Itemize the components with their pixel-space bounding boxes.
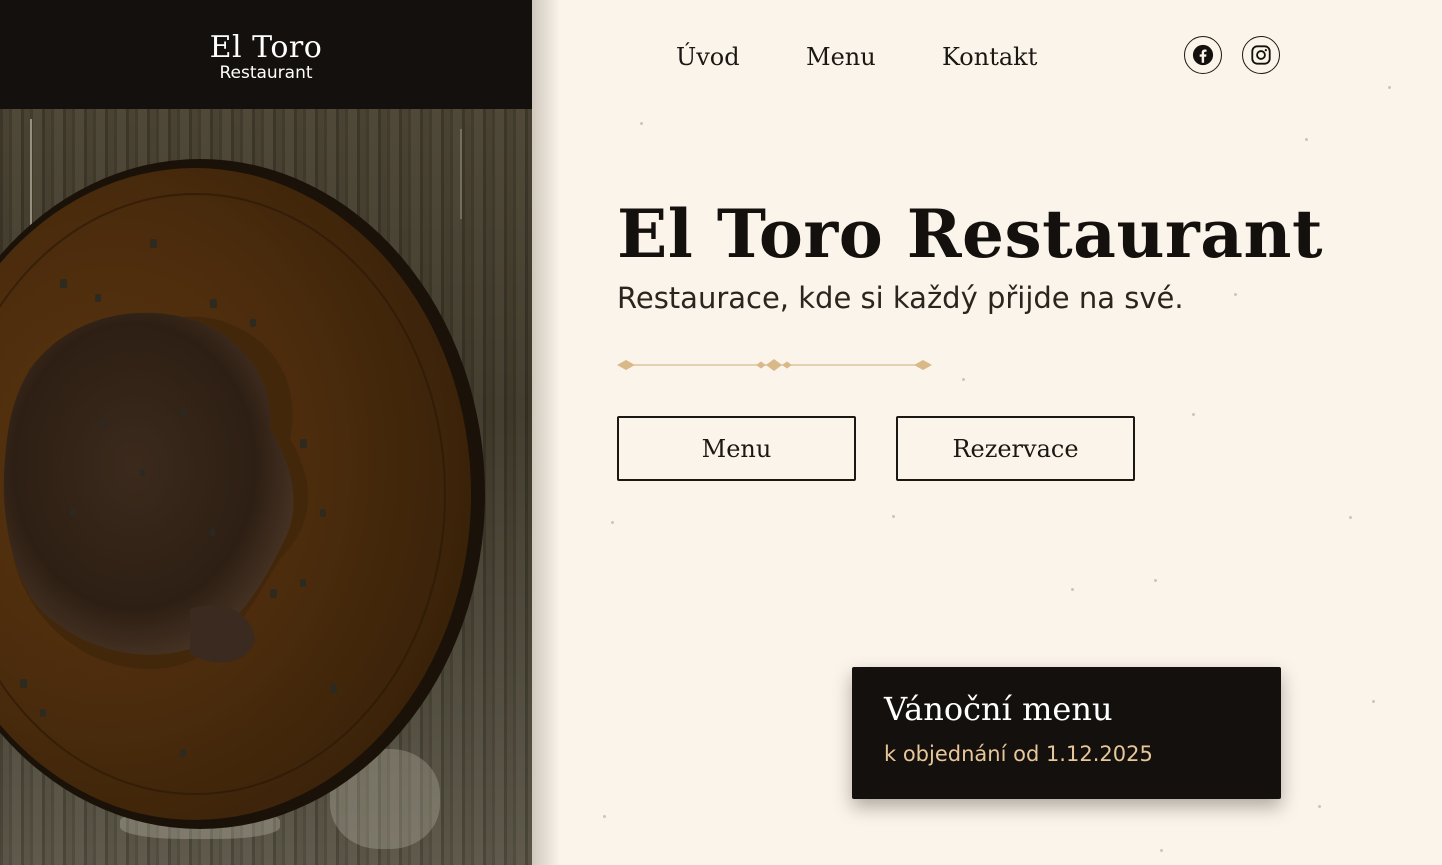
steak-photo: [0, 109, 532, 865]
nav-item-kontakt[interactable]: Kontakt: [942, 40, 1037, 74]
promo-title: Vánoční menu: [884, 690, 1113, 728]
panel-shadow: [532, 0, 560, 865]
facebook-button[interactable]: [1184, 36, 1222, 74]
hero-title: El Toro Restaurant: [617, 195, 1323, 273]
hero-subtitle: Restaurace, kde si každý přijde na své.: [617, 281, 1184, 315]
reservation-button[interactable]: Rezervace: [896, 416, 1135, 481]
christmas-menu-card[interactable]: Vánoční menu k objednání od 1.12.2025: [852, 667, 1281, 799]
nav-item-menu[interactable]: Menu: [806, 40, 876, 74]
brand-logo[interactable]: El Toro Restaurant: [0, 0, 532, 109]
plate-illustration: [0, 159, 485, 829]
brand-subtitle: Restaurant: [219, 63, 313, 83]
promo-subtitle: k objednání od 1.12.2025: [884, 742, 1153, 766]
ornamental-divider: [617, 359, 932, 371]
nav-item-uvod[interactable]: Úvod: [676, 40, 740, 74]
instagram-icon: [1251, 45, 1271, 65]
instagram-button[interactable]: [1242, 36, 1280, 74]
brand-name: El Toro: [209, 30, 323, 65]
menu-button[interactable]: Menu: [617, 416, 856, 481]
facebook-icon: [1192, 44, 1214, 66]
hero-image-panel: El Toro Restaurant: [0, 0, 532, 865]
